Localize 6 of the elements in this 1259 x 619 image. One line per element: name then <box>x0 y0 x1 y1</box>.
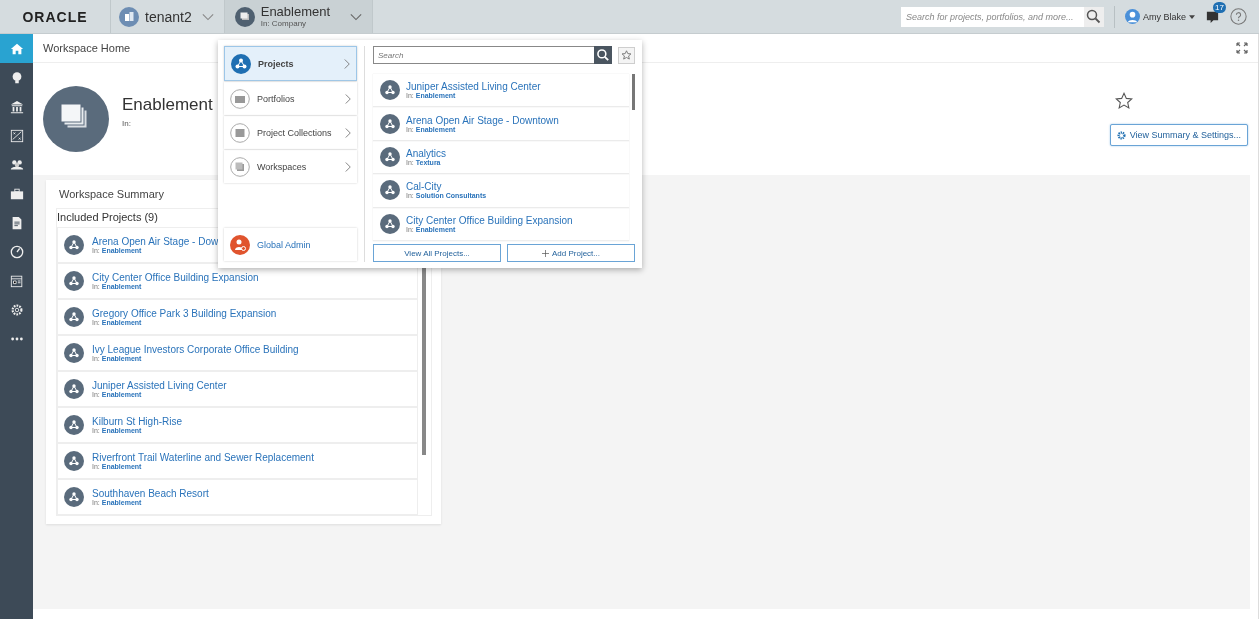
workspace-location: In: <box>122 118 132 128</box>
section-heading: Included Projects (9) <box>57 211 158 223</box>
page-title: Workspace Home <box>43 42 131 54</box>
workspace-name: Enablement <box>122 94 213 115</box>
notification-count: 17 <box>1213 2 1226 13</box>
card-title: Workspace Summary <box>59 188 164 200</box>
